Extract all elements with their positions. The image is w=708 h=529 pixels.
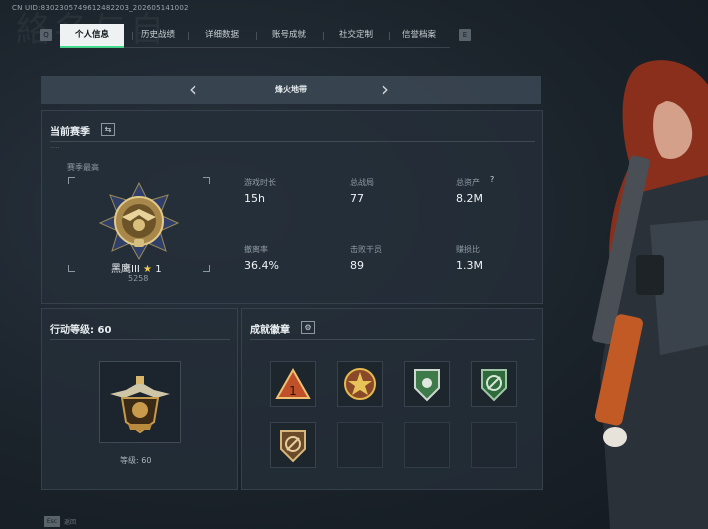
tab-divider bbox=[323, 32, 324, 40]
stat-label-playtime: 游戏时长 bbox=[244, 178, 276, 187]
divider bbox=[50, 339, 230, 340]
help-icon[interactable]: ? bbox=[490, 175, 494, 184]
achievements-title: 成就徽章 bbox=[250, 325, 290, 336]
red-triangle-badge-icon: 1 bbox=[275, 367, 311, 399]
stat-value-profit-ratio: 1.3M bbox=[456, 259, 483, 272]
rank-score: 5258 bbox=[128, 274, 149, 283]
gear-icon[interactable]: ⚙ bbox=[301, 321, 315, 334]
back-label[interactable]: 返回 bbox=[64, 517, 76, 526]
badge-slot[interactable] bbox=[337, 361, 383, 407]
gold-star-medal-icon bbox=[344, 368, 376, 400]
tab-detailed-data[interactable]: 详细数据 bbox=[190, 24, 254, 46]
swap-icon[interactable]: ⇆ bbox=[101, 123, 115, 136]
stat-label-profit-ratio: 赚损比 bbox=[456, 245, 480, 254]
action-level-panel: 行动等级: 60 等级: 60 bbox=[41, 308, 238, 490]
chevron-right-icon[interactable]: › bbox=[381, 78, 389, 100]
tab-bar: 个人信息 历史战绩 详细数据 账号成就 社交定制 信誉档案 bbox=[40, 24, 470, 48]
player-uid: CN UID:8302305749612482203_202605141002 bbox=[12, 4, 189, 12]
level-emblem-frame bbox=[99, 361, 181, 443]
rank-stars: 1 bbox=[155, 264, 162, 275]
tab-divider bbox=[188, 32, 189, 40]
tab-personal-info[interactable]: 个人信息 bbox=[60, 24, 124, 48]
svg-text:1: 1 bbox=[289, 384, 297, 398]
green-compass-badge-icon bbox=[481, 369, 507, 402]
season-title: 当前赛季 bbox=[50, 127, 90, 138]
tab-divider bbox=[256, 32, 257, 40]
stat-label-kills: 击败干员 bbox=[350, 245, 382, 254]
stat-value-playtime: 15h bbox=[244, 192, 265, 205]
tab-achievements[interactable]: 账号成就 bbox=[258, 24, 320, 46]
decor-dots: ····· bbox=[50, 145, 60, 152]
mode-title: 烽火地带 bbox=[275, 85, 307, 94]
stat-value-total-assets: 8.2M bbox=[456, 192, 483, 205]
level-caption: 等级: 60 bbox=[120, 456, 152, 465]
bronze-shield-badge-icon bbox=[280, 430, 306, 463]
tab-reputation[interactable]: 信誉档案 bbox=[390, 24, 448, 46]
stat-label-total-matches: 总战局 bbox=[350, 178, 374, 187]
current-season-panel: 当前赛季 ⇆ ····· 赛季最高 黑鹰III ★ 1 5258 游戏时长 15… bbox=[41, 110, 543, 304]
next-tab-key[interactable]: E bbox=[459, 29, 471, 41]
chevron-left-icon[interactable]: ‹ bbox=[189, 78, 197, 100]
rank-name: 黑鹰III ★ 1 bbox=[111, 260, 162, 275]
tab-underline bbox=[60, 47, 450, 48]
operator-character-image bbox=[592, 60, 708, 529]
stat-value-total-matches: 77 bbox=[350, 192, 364, 205]
season-highest-label: 赛季最高 bbox=[67, 163, 99, 172]
esc-key[interactable]: Esc bbox=[44, 516, 60, 527]
frame-corner bbox=[203, 177, 210, 184]
stat-value-kills: 89 bbox=[350, 259, 364, 272]
level-title: 行动等级: 60 bbox=[50, 325, 112, 336]
badge-slot[interactable] bbox=[404, 361, 450, 407]
badge-slot[interactable] bbox=[471, 361, 517, 407]
empty-badge-slot[interactable] bbox=[404, 422, 450, 468]
empty-badge-slot[interactable] bbox=[337, 422, 383, 468]
level-emblem-icon bbox=[110, 376, 170, 434]
frame-corner bbox=[68, 177, 75, 184]
stat-value-extract-rate: 36.4% bbox=[244, 259, 279, 272]
green-shield-badge-icon bbox=[414, 369, 440, 402]
badge-slot[interactable]: 1 bbox=[270, 361, 316, 407]
stat-label-extract-rate: 撤离率 bbox=[244, 245, 268, 254]
achievements-panel: 成就徽章 ⚙ 1 bbox=[241, 308, 543, 490]
divider bbox=[50, 141, 535, 142]
frame-corner bbox=[68, 265, 75, 272]
tab-match-history[interactable]: 历史战绩 bbox=[132, 24, 184, 46]
empty-badge-slot[interactable] bbox=[471, 422, 517, 468]
mode-header: 烽火地带 ‹ › bbox=[41, 76, 541, 104]
divider bbox=[250, 339, 535, 340]
frame-corner bbox=[203, 265, 210, 272]
rank-emblem-icon bbox=[98, 181, 180, 261]
badge-slot[interactable] bbox=[270, 422, 316, 468]
stat-label-total-assets: 总资产 bbox=[456, 178, 480, 187]
tab-social[interactable]: 社交定制 bbox=[325, 24, 387, 46]
